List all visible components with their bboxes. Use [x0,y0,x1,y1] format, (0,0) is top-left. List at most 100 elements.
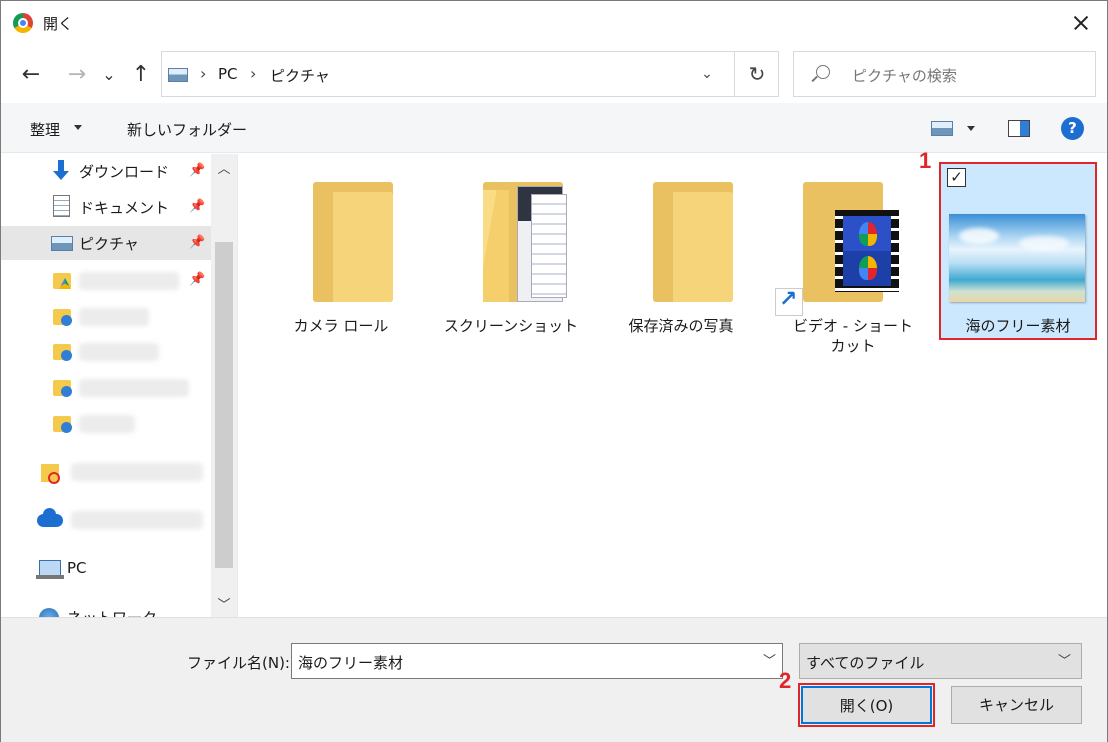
cancel-button[interactable]: キャンセル [951,686,1082,724]
chevron-down-icon: ﹀ [1057,654,1071,669]
view-menu-caret-icon[interactable] [967,126,975,131]
open-button[interactable]: 開く(O) [798,683,935,727]
step-annotation-2: 2 [779,668,792,693]
recent-locations-button[interactable]: ⌄ [97,61,121,89]
navigation-scrollbar[interactable]: ︿ ﹀ [211,154,237,617]
redacted-label [79,272,179,290]
redacted-label [71,463,203,481]
file-label: 保存済みの写真 [628,317,734,335]
up-button[interactable]: ↑ [127,61,155,89]
filename-value[interactable]: 海のフリー素材 [298,652,403,673]
sidebar-item-label: ドキュメント [79,199,170,217]
scrollbar-thumb[interactable] [215,242,233,568]
file-item-videos-shortcut[interactable]: ビデオ - ショートカット [769,160,929,355]
creative-cloud-folder-icon [41,464,60,484]
file-label: 海のフリー素材 [965,317,1071,335]
back-button[interactable]: ← [17,61,45,89]
new-folder-button[interactable]: 新しいフォルダー [127,119,247,140]
divider [734,52,735,96]
network-icon [39,608,59,617]
redacted-label [79,415,135,433]
onedrive-icon [37,508,63,527]
close-button[interactable] [1063,7,1099,39]
sidebar-item-user-folder[interactable] [1,334,211,368]
open-file-dialog: 開く ← → ⌄ ↑ › PC › ピクチャ ⌄ ↻ ピクチャの検索 整理 新し… [0,0,1108,742]
file-item-sea-free-material[interactable]: ✓ 海のフリー素材 [939,162,1097,340]
scroll-up-icon[interactable]: ︿ [211,158,237,178]
checkbox-checked-icon[interactable]: ✓ [947,168,966,187]
redacted-label [79,379,189,397]
title-bar: 開く [1,1,1107,45]
document-icon [53,195,70,217]
folder-front [673,192,733,302]
change-view-icon[interactable] [931,121,953,136]
sidebar-item-onedrive[interactable] [1,502,211,536]
folder-front [483,190,509,302]
sidebar-item-user-folder[interactable] [1,299,211,333]
pictures-icon [51,236,73,251]
scroll-down-icon[interactable]: ﹀ [211,594,237,614]
navigation-bar: ← → ⌄ ↑ › PC › ピクチャ ⌄ ↻ ピクチャの検索 [1,45,1107,103]
file-item-screenshots[interactable]: スクリーンショット [431,160,591,338]
refresh-button[interactable]: ↻ [742,60,772,88]
command-bar: 整理 新しいフォルダー ? [1,103,1107,153]
sidebar-item-label: ピクチャ [79,235,139,253]
pictures-icon [168,68,188,82]
redacted-label [79,343,159,361]
pin-icon: 📌 [189,163,206,178]
window-title: 開く [43,15,74,33]
user-folder-icon [53,344,72,361]
file-label: ビデオ - ショートカット [793,317,913,355]
address-bar[interactable]: › PC › ピクチャ ⌄ ↻ [161,51,779,97]
chevron-down-icon[interactable]: ⌄ [696,62,718,86]
sidebar-item-label: ネットワーク [67,607,157,617]
breadcrumb-pc[interactable]: PC [218,65,238,83]
sidebar-item-label: PC [67,559,87,577]
breadcrumb-separator-icon: › [200,64,207,83]
redacted-label [71,511,203,529]
preview-pane-icon[interactable] [1008,120,1030,137]
folder-front [333,192,393,302]
video-film-icon [835,210,899,292]
search-input[interactable]: ピクチャの検索 [852,65,957,86]
sidebar-item-pc[interactable]: PC [1,552,211,586]
sidebar-item-documents[interactable]: ドキュメント 📌 [1,190,211,224]
step-annotation-1: 1 [919,148,932,173]
sidebar-item-downloads[interactable]: ダウンロード 📌 [1,154,211,188]
organize-button[interactable]: 整理 [30,119,60,140]
filename-label: ファイル名(N): [187,654,290,672]
sidebar-item-user-folder[interactable] [1,370,211,404]
google-drive-folder-icon [53,273,71,289]
sidebar-item-user-folder[interactable] [1,406,211,440]
download-icon [53,160,69,182]
breadcrumb-separator-icon: › [250,64,257,83]
breadcrumb-pictures[interactable]: ピクチャ [270,65,330,86]
file-type-value: すべてのファイル [806,654,925,672]
file-list: カメラ ロール スクリーンショット 保存済みの写真 ビデオ - ショートカット … [239,148,1107,617]
sidebar-item-pictures[interactable]: ピクチャ 📌 [1,226,211,260]
forward-button[interactable]: → [63,61,91,89]
navigation-pane: ダウンロード 📌 ドキュメント 📌 ピクチャ 📌 📌 PC ︿ ﹀ [1,154,238,617]
file-item-saved-pictures[interactable]: 保存済みの写真 [601,160,761,338]
search-icon [816,65,830,79]
chrome-icon [13,13,33,33]
help-icon[interactable]: ? [1061,117,1084,140]
sidebar-item-google-drive[interactable]: 📌 [1,263,211,297]
file-type-select[interactable]: すべてのファイル ﹀ [799,643,1082,679]
pc-icon [36,560,64,579]
file-item-camera-roll[interactable]: カメラ ロール [261,160,421,338]
sidebar-item-label: ダウンロード [79,163,170,181]
redacted-label [79,308,149,326]
user-folder-icon [53,416,72,433]
pin-icon: 📌 [189,199,206,214]
sidebar-item-creative-cloud[interactable] [1,454,211,488]
sidebar-item-network[interactable]: ネットワーク [1,600,211,617]
filename-field[interactable]: 海のフリー素材 ﹀ [291,643,783,679]
caret-down-icon [74,125,82,130]
user-folder-icon [53,309,72,326]
search-box[interactable]: ピクチャの検索 [793,51,1096,97]
shortcut-arrow-icon [775,287,803,316]
pin-icon: 📌 [189,235,206,250]
chevron-down-icon[interactable]: ﹀ [763,650,776,669]
dialog-footer: ファイル名(N): 海のフリー素材 ﹀ すべてのファイル ﹀ 2 開く(O) キ… [1,617,1107,742]
